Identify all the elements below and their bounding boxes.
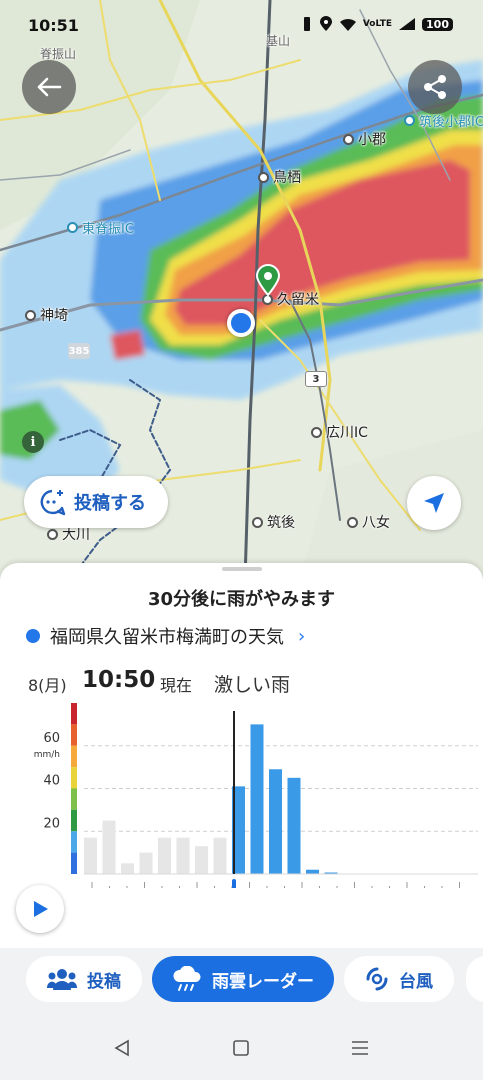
scale-segment <box>71 724 77 746</box>
vibrate-icon <box>303 17 310 31</box>
past-rain-bar <box>195 846 208 874</box>
forecast-rain-bar <box>250 724 264 874</box>
bottom-tabs: 投稿 雨雲レーダー 台風 <box>0 948 483 1014</box>
tab-more[interactable] <box>466 956 483 1002</box>
current-location-marker <box>227 309 255 337</box>
past-rain-bar <box>158 837 171 874</box>
people-icon <box>47 969 77 990</box>
tab-typhoon-label: 台風 <box>399 971 433 992</box>
place-chikugo-ogori-ic: 筑後小郡IC <box>404 111 483 130</box>
location-status-icon <box>319 16 332 31</box>
route-badge-385: 385 <box>68 343 90 359</box>
forecast-rain-bar <box>306 869 319 874</box>
scale-segment <box>71 852 77 874</box>
rain-cloud-icon <box>173 966 201 991</box>
battery-level: 100 <box>422 17 453 31</box>
scale-segment <box>71 809 77 832</box>
post-button-label: 投稿する <box>74 493 146 514</box>
rain-stop-headline: 30分後に雨がやみます <box>147 589 336 610</box>
scale-segment <box>71 788 77 810</box>
nav-recents-button[interactable] <box>348 1036 372 1060</box>
scale-segment <box>71 767 77 789</box>
location-text: 福岡県久留米市梅満町の天気 <box>50 627 284 648</box>
past-rain-bar <box>176 837 190 874</box>
past-rain-bar <box>213 837 227 874</box>
back-button[interactable] <box>22 60 76 114</box>
radar-map[interactable]: 脊振山 基山 筑後小郡IC 小郡 鳥栖 東脊振IC 久留米 神埼 広川IC 筑後… <box>0 0 483 580</box>
tab-rain-radar[interactable]: 雨雲レーダー <box>152 956 334 1002</box>
route-badge-3: 3 <box>305 371 327 387</box>
signal-icon <box>399 18 416 30</box>
wifi-icon <box>339 18 356 31</box>
place-hirokawa-ic: 広川IC <box>311 422 368 442</box>
nav-home-button[interactable] <box>229 1036 253 1060</box>
place-chikugo: 筑後 <box>252 512 295 532</box>
typhoon-icon <box>366 967 388 991</box>
timeline-now-handle <box>232 879 236 888</box>
share-button[interactable] <box>408 60 462 114</box>
place-kanzaki: 神埼 <box>25 305 68 325</box>
system-nav-bar <box>0 1014 483 1080</box>
sheet-drag-handle[interactable] <box>222 567 262 571</box>
scale-segment <box>71 745 77 768</box>
rainfall-chart[interactable]: 204060mm/h10:1510:30現在11:0011:1511:3012:… <box>0 693 483 888</box>
locate-button[interactable] <box>407 476 461 530</box>
status-bar: 10:51 VoLTE 100 <box>0 0 483 54</box>
map-pin-icon[interactable] <box>255 264 281 296</box>
past-rain-bar <box>102 820 116 874</box>
volte-label: VoLTE <box>362 19 393 29</box>
tab-post[interactable]: 投稿 <box>26 956 142 1002</box>
navigation-arrow-icon <box>424 493 444 513</box>
share-icon <box>424 75 446 99</box>
y-tick-label: 60 <box>43 731 60 746</box>
place-higashisefuri-ic: 東脊振IC <box>67 218 134 237</box>
time-label: 10:50 <box>82 667 156 693</box>
status-time: 10:51 <box>28 16 79 35</box>
y-axis-unit: mm/h <box>34 750 60 760</box>
forecast-rain-bar <box>287 777 301 874</box>
place-tosu: 鳥栖 <box>258 167 301 187</box>
play-button[interactable] <box>16 885 64 933</box>
location-dot-icon <box>26 629 40 643</box>
post-button[interactable]: 投稿する <box>24 476 168 528</box>
tab-typhoon[interactable]: 台風 <box>344 956 454 1002</box>
forecast-rain-bar <box>269 769 282 874</box>
nav-back-icon <box>114 1039 129 1057</box>
y-tick-label: 40 <box>43 774 60 789</box>
nav-menu-icon <box>352 1041 368 1055</box>
status-icons: VoLTE 100 <box>301 16 453 32</box>
play-icon <box>34 901 48 917</box>
past-rain-bar <box>121 863 134 874</box>
y-tick-label: 20 <box>43 816 60 831</box>
back-arrow-icon <box>37 77 62 97</box>
forecast-sheet: 30分後に雨がやみます 福岡県久留米市梅満町の天気 › 8(月) 10:50 現… <box>0 563 483 948</box>
scale-segment <box>71 831 77 853</box>
place-yame: 八女 <box>347 512 390 532</box>
nav-back-button[interactable] <box>110 1036 134 1060</box>
location-weather-link[interactable]: 福岡県久留米市梅満町の天気 › <box>26 623 305 649</box>
chevron-right-icon: › <box>298 625 306 647</box>
tab-post-label: 投稿 <box>87 971 121 992</box>
info-icon[interactable]: i <box>22 431 44 453</box>
tab-rain-radar-label: 雨雲レーダー <box>212 971 314 992</box>
scale-segment <box>71 703 77 725</box>
past-rain-bar <box>139 852 153 874</box>
post-comment-icon <box>40 489 66 516</box>
nav-home-icon <box>233 1040 249 1056</box>
place-ogori: 小郡 <box>343 129 386 149</box>
past-rain-bar <box>84 837 97 874</box>
